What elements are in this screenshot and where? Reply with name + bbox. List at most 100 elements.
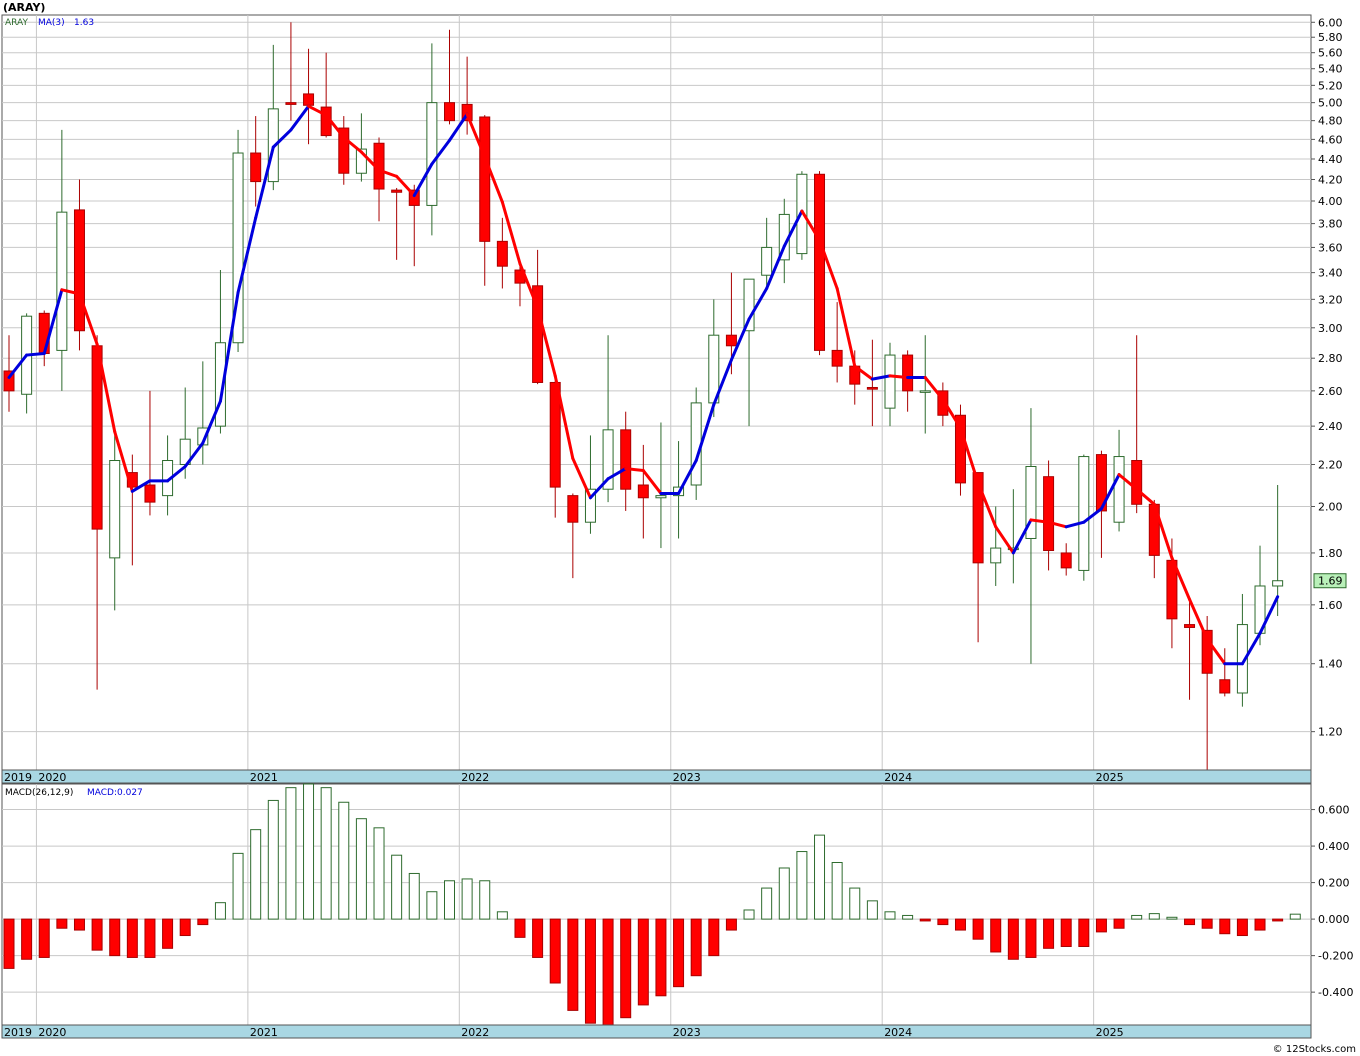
candle-body [814, 173, 826, 351]
macd-year-label: 2022 [461, 1026, 489, 1039]
macd-bar [56, 918, 68, 929]
macd-bar [1131, 914, 1143, 920]
macd-bar [567, 918, 579, 1011]
price-tick-label: 3.00 [1318, 322, 1343, 335]
macd-bar [690, 918, 702, 977]
price-tick-label: 4.00 [1318, 195, 1343, 208]
price-tick-label: 2.00 [1318, 501, 1343, 514]
price-tick-label: 4.60 [1318, 133, 1343, 146]
macd-bar [373, 827, 385, 920]
price-tick-label: 5.20 [1318, 79, 1343, 92]
macd-bar [778, 867, 790, 920]
macd-bar [496, 911, 508, 920]
price-tick-label: 1.20 [1318, 726, 1343, 739]
price-tick-label: 5.60 [1318, 47, 1343, 60]
watermark: © 12Stocks.com [1273, 1044, 1356, 1055]
macd-bar [637, 918, 649, 1006]
price-legend: ARAY MA(3) 1.63 [5, 18, 94, 28]
candle-body [1113, 456, 1125, 523]
macd-bar [602, 918, 614, 1028]
candle [814, 171, 826, 356]
price-tick-label: 3.40 [1318, 267, 1343, 280]
candle-body [496, 240, 508, 267]
candle-body [56, 211, 68, 351]
macd-bar [3, 918, 15, 969]
price-time-axis: 2019 2020 2021 2022 2023 2024 2025 [1, 769, 1312, 784]
macd-bar [919, 918, 931, 922]
price-tick-label: 6.00 [1318, 16, 1343, 29]
candle-body [38, 312, 50, 355]
candle-body [250, 152, 262, 183]
macd-bar [461, 878, 473, 920]
macd-bar [444, 880, 455, 920]
macd-bar [303, 783, 315, 920]
price-tick-label: 3.20 [1318, 293, 1343, 306]
macd-legend-label: MACD(26,12,9) [5, 788, 73, 798]
macd-bar [320, 787, 332, 920]
price-tick-label: 4.80 [1318, 115, 1343, 128]
macd-tick-label: 0.400 [1318, 840, 1350, 853]
legend-ma-value: 1.63 [74, 18, 94, 28]
macd-bar [144, 918, 156, 958]
macd-bar [584, 918, 596, 1024]
candle-body [303, 93, 315, 106]
last-price-marker: 1.69 [1313, 573, 1347, 589]
candle-body [426, 102, 438, 206]
chart-title: (ARAY) [3, 1, 45, 14]
macd-bar [814, 834, 826, 920]
price-tick-label: 2.20 [1318, 458, 1343, 471]
candle-body [1272, 580, 1284, 587]
candle-body [637, 484, 649, 499]
macd-bar [831, 862, 843, 920]
price-tick-label: 1.80 [1318, 547, 1343, 560]
candle-body [91, 345, 103, 530]
macd-bar [1078, 918, 1090, 947]
macd-year-label: 2025 [1096, 1026, 1124, 1039]
macd-bar [197, 918, 209, 926]
last-price-label: 1.69 [1318, 575, 1343, 588]
price-year-label: 2021 [250, 771, 278, 784]
macd-bar [725, 918, 737, 931]
candle-body [479, 116, 491, 242]
macd-bar [954, 918, 966, 931]
macd-bar [972, 918, 984, 940]
macd-bar [250, 829, 262, 920]
macd-bar [91, 918, 103, 951]
candle-body [1078, 456, 1090, 571]
candle-body [620, 429, 632, 490]
macd-tick-label: 0.600 [1318, 804, 1350, 817]
macd-bar [126, 918, 138, 958]
macd-bar [179, 918, 191, 937]
macd-tick-label: -0.200 [1318, 950, 1353, 963]
macd-year-label: 2019 [4, 1026, 32, 1039]
macd-bar [1095, 918, 1107, 933]
candle-body [1060, 552, 1072, 569]
price-tick-label: 5.40 [1318, 63, 1343, 76]
price-tick-label: 3.80 [1318, 218, 1343, 231]
macd-bar [1148, 913, 1160, 920]
macd-bar [620, 918, 632, 1019]
ma-segment [888, 374, 910, 380]
candle-body [285, 102, 297, 105]
macd-bar [479, 880, 491, 920]
macd-year-label: 2020 [38, 1026, 66, 1039]
macd-bar [884, 911, 896, 920]
candle-body [109, 460, 121, 559]
candle-body [690, 402, 702, 486]
legend-ma-label: MA(3) [38, 18, 65, 28]
macd-year-label: 2021 [250, 1026, 278, 1039]
price-tick-label: 2.80 [1318, 352, 1343, 365]
macd-bar [549, 918, 561, 984]
candle-body [990, 547, 1002, 564]
macd-bar [73, 918, 85, 931]
price-tick-label: 1.40 [1318, 658, 1343, 671]
candle-body [902, 354, 914, 392]
candle-body [1131, 460, 1143, 505]
macd-tick-label: 0.000 [1318, 913, 1350, 926]
macd-bar [937, 918, 949, 926]
macd-bar [232, 852, 244, 920]
price-year-label: 2023 [673, 771, 701, 784]
price-tick-label: 4.40 [1318, 153, 1343, 166]
candle-body [444, 102, 455, 122]
macd-bar [1166, 916, 1178, 920]
